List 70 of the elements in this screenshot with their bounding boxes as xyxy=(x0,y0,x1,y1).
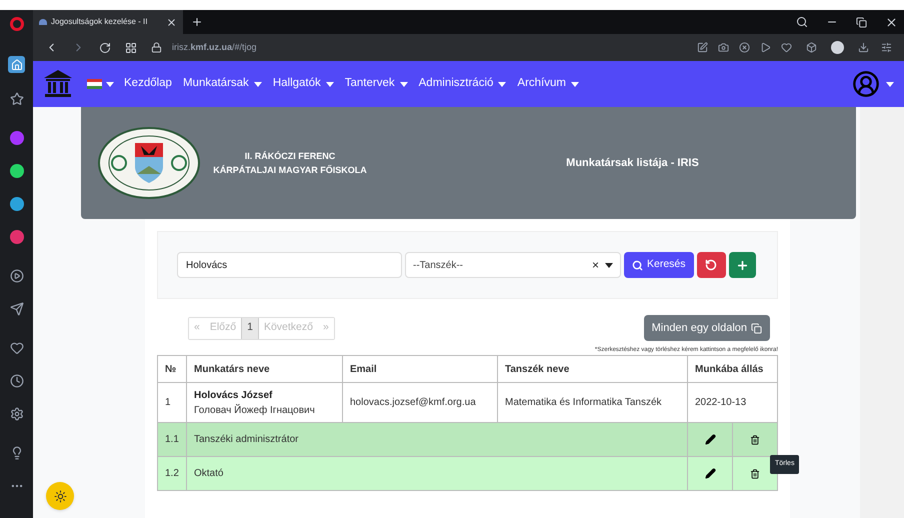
settings-icon[interactable] xyxy=(10,407,24,421)
lock-icon xyxy=(151,42,162,53)
table-cell: 1.2 xyxy=(158,456,186,490)
edit-icon[interactable] xyxy=(697,42,708,53)
column-header: Munkatárs neve xyxy=(186,356,342,382)
caret-icon xyxy=(605,262,613,268)
close-icon[interactable] xyxy=(166,16,177,28)
browser-tab[interactable]: Jogosultságok kezelése - II xyxy=(33,10,183,34)
show-all-button[interactable]: Minden egy oldalon xyxy=(644,315,770,341)
nav-item[interactable]: Tantervek xyxy=(344,75,408,93)
search-icon xyxy=(632,260,643,270)
nav-item[interactable]: Kezdőlap xyxy=(124,75,172,93)
caret-icon xyxy=(400,82,408,86)
sun-icon xyxy=(54,490,66,502)
tab-title: Jogosultságok kezelése - II xyxy=(51,16,148,28)
column-header: № xyxy=(158,356,186,382)
url-field[interactable]: irisz.kmf.uz.ua/#/tjog xyxy=(172,40,257,54)
caret-icon xyxy=(106,82,114,86)
send-icon[interactable] xyxy=(10,302,24,316)
heart-icon[interactable] xyxy=(781,42,792,53)
play-icon[interactable] xyxy=(10,269,24,283)
trash-icon xyxy=(750,468,760,478)
copy-icon xyxy=(751,322,762,334)
role-cell: Oktató xyxy=(186,456,688,490)
home-icon[interactable] xyxy=(8,56,25,73)
page-title: Munkatársak listája - IRIS xyxy=(566,156,699,171)
institution-icon[interactable] xyxy=(43,69,73,99)
download-icon[interactable] xyxy=(858,42,869,53)
user-avatar-icon[interactable] xyxy=(852,70,880,98)
camera-icon[interactable] xyxy=(718,42,729,53)
star-icon[interactable] xyxy=(10,92,24,106)
caret-icon xyxy=(498,82,506,86)
search-icon[interactable] xyxy=(796,16,808,28)
grid-icon[interactable] xyxy=(125,42,137,54)
page-link[interactable]: 1 xyxy=(241,318,259,338)
menu-icon[interactable] xyxy=(881,42,892,53)
nav-item[interactable]: Archívum xyxy=(517,75,579,93)
name-search-field[interactable]: Holovács xyxy=(177,252,402,278)
search-button[interactable]: Keresés xyxy=(624,252,694,278)
pencil-icon xyxy=(704,468,716,479)
column-header: Email xyxy=(342,356,498,382)
caret-icon xyxy=(570,82,579,86)
reload-icon[interactable] xyxy=(99,42,111,54)
theme-button[interactable] xyxy=(46,482,74,510)
clock-icon[interactable] xyxy=(10,374,24,388)
close-icon[interactable] xyxy=(885,16,898,28)
pencil-icon xyxy=(704,434,716,445)
nav-item[interactable]: Hallgatók xyxy=(272,75,334,93)
caret-icon xyxy=(254,82,262,86)
restore-icon[interactable] xyxy=(856,16,867,28)
hungarian-flag-icon[interactable] xyxy=(87,79,102,89)
opera-logo-icon[interactable] xyxy=(10,17,24,31)
school-name: II. RÁKÓCZI FERENC KÁRPÁTALJAI MAGYAR FŐISKOLA xyxy=(215,150,365,177)
nav-item[interactable]: Munkatársak xyxy=(182,75,262,93)
heart-icon[interactable] xyxy=(10,341,24,355)
profile-icon[interactable] xyxy=(831,41,844,54)
nav-item[interactable]: Adminisztráció xyxy=(418,75,506,93)
caret-icon xyxy=(886,82,894,86)
trash-icon xyxy=(750,434,760,444)
plus-icon xyxy=(736,258,749,272)
new-tab-icon[interactable] xyxy=(191,16,203,28)
reset-button[interactable] xyxy=(696,252,726,278)
column-header: Tanszék neve xyxy=(498,356,688,382)
add-button[interactable] xyxy=(728,252,756,278)
cube-icon[interactable] xyxy=(806,42,817,53)
department-select[interactable]: --Tanszék-- × xyxy=(405,252,621,278)
block-icon[interactable] xyxy=(739,42,750,53)
caret-icon xyxy=(326,82,334,86)
play-icon[interactable] xyxy=(760,42,771,53)
reset-icon xyxy=(705,259,718,271)
